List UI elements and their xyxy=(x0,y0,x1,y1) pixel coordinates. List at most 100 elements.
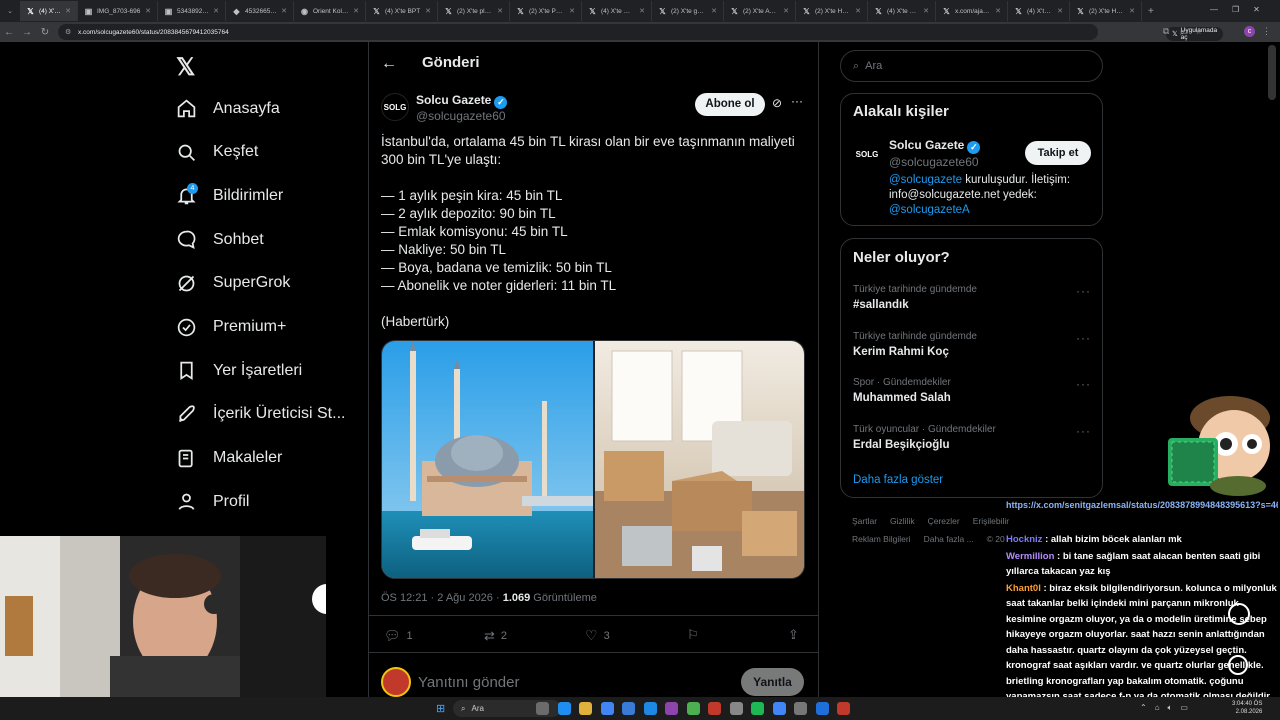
subscribe-button[interactable]: Abone ol xyxy=(695,93,765,116)
browser-tab[interactable]: 𝕏 x.com/ajansp ✕ xyxy=(936,1,1008,21)
browser-tab[interactable]: 𝕏 (4) X'te Dema ✕ xyxy=(868,1,936,21)
back-arrow-icon[interactable]: ← xyxy=(0,27,18,38)
close-tab-icon[interactable]: ✕ xyxy=(281,7,287,15)
browser-tab[interactable]: 𝕏 (4) X'te Solcu G ✕ xyxy=(20,1,78,21)
app-icon[interactable] xyxy=(837,702,850,715)
author-handle[interactable]: @solcugazete60 xyxy=(416,109,506,123)
reply-input[interactable]: Yanıtını gönder xyxy=(418,674,519,691)
tab-search-icon[interactable]: ⌄ xyxy=(0,1,20,21)
chevron-up-icon[interactable]: ⌃ xyxy=(1140,703,1147,713)
timestamp[interactable]: ÖS 12:21 · 2 Ağu 2026 · xyxy=(381,592,503,604)
menu-dots-icon[interactable]: ⋮ xyxy=(1262,26,1271,37)
mosque-photo[interactable] xyxy=(382,341,805,579)
app-icon[interactable] xyxy=(686,702,700,715)
forward-arrow-icon[interactable]: → xyxy=(18,27,36,38)
file-explorer-icon[interactable] xyxy=(579,702,592,715)
chat-username[interactable]: Hockniz xyxy=(1006,534,1042,545)
close-tab-icon[interactable]: ✕ xyxy=(497,7,503,15)
nav-item-bookmark[interactable]: Yer İşaretleri xyxy=(176,360,302,381)
bio-link[interactable]: @solcugazete xyxy=(889,174,962,186)
edge-icon[interactable] xyxy=(622,702,635,715)
more-dots-icon[interactable]: ··· xyxy=(1076,331,1091,345)
nav-item-home[interactable]: Anasayfa xyxy=(176,98,280,119)
speaker-icon[interactable]: 🔈︎ xyxy=(1168,703,1173,713)
close-tab-icon[interactable]: ✕ xyxy=(1129,7,1135,15)
close-tab-icon[interactable]: ✕ xyxy=(711,7,717,15)
show-more-link[interactable]: Daha fazla göster xyxy=(853,474,943,486)
trend-item[interactable]: Türk oyuncular · Gündemdekiler Erdal Beş… xyxy=(853,424,996,451)
close-tab-icon[interactable]: ✕ xyxy=(65,7,71,15)
grok-icon[interactable]: ⊘ xyxy=(772,96,782,110)
browser-icon[interactable] xyxy=(557,702,571,715)
footer-link[interactable]: Daha fazla ... xyxy=(924,534,974,544)
browser-tab[interactable]: 𝕏 (2) X'te görme ✕ xyxy=(652,1,724,21)
footer-link[interactable]: © 20 xyxy=(987,534,1005,544)
app-icon[interactable] xyxy=(794,702,807,715)
more-dots-icon[interactable]: ··· xyxy=(1076,377,1091,391)
close-tab-icon[interactable]: ✕ xyxy=(639,7,645,15)
nav-item-person[interactable]: Profil xyxy=(176,491,249,512)
related-person-name[interactable]: Solcu Gazete ✓ xyxy=(889,138,981,154)
battery-icon[interactable]: ▭ xyxy=(1180,703,1188,713)
reload-icon[interactable]: ↻ xyxy=(36,27,54,38)
search-input[interactable]: ⌕ Ara xyxy=(840,50,1103,82)
reply-button[interactable]: Yanıtla xyxy=(741,668,804,696)
task-view-icon[interactable] xyxy=(536,702,549,715)
minimize-icon[interactable]: — xyxy=(1210,5,1218,14)
chat-link[interactable]: https://x.com/senitgazlemsal/status/2083… xyxy=(1006,500,1278,510)
footer-link[interactable]: Şartlar xyxy=(852,516,877,526)
chat-username[interactable]: Wermillion xyxy=(1006,551,1054,562)
site-info-icon[interactable]: ⚙ xyxy=(65,28,71,36)
footer-link[interactable]: Çerezler xyxy=(928,516,960,526)
chrome-icon[interactable] xyxy=(600,702,614,715)
back-arrow-icon[interactable]: ← xyxy=(381,55,397,73)
bookmark-star-icon[interactable]: ☆ xyxy=(1195,27,1202,36)
close-window-icon[interactable]: ✕ xyxy=(1253,5,1260,14)
nav-item-article[interactable]: Makaleler xyxy=(176,448,282,469)
trend-item[interactable]: Türkiye tarihinde gündemde Kerim Rahmi K… xyxy=(853,331,977,358)
browser-tab[interactable]: 𝕏 (2) X'te Halkı ✕ xyxy=(1070,1,1142,21)
extensions-icon[interactable]: ⧉ xyxy=(1163,26,1169,37)
footer-link[interactable]: Reklam Bilgileri xyxy=(852,534,911,544)
close-tab-icon[interactable]: ✕ xyxy=(855,7,861,15)
browser-tab[interactable]: ▣ IMG_8703-696 ✕ xyxy=(78,1,158,21)
bookmark-icon[interactable]: ⚐ xyxy=(687,627,699,643)
nav-item-chat[interactable]: Sohbet xyxy=(176,229,264,250)
bio-link[interactable]: @solcugazeteA xyxy=(889,204,970,216)
browser-tab[interactable]: 𝕏 (4) X'te 🎺 H ✕ xyxy=(582,1,652,21)
scrollbar-thumb[interactable] xyxy=(1268,45,1276,100)
browser-tab[interactable]: 𝕏 (2) X'te Analiz ✕ xyxy=(724,1,796,21)
close-tab-icon[interactable]: ✕ xyxy=(1057,7,1063,15)
sidepanel-icon[interactable]: ▭ xyxy=(1180,26,1189,37)
footer-link[interactable]: Erişilebilir xyxy=(973,516,1009,526)
spotify-icon[interactable] xyxy=(751,702,764,715)
avatar[interactable]: SOLG xyxy=(381,93,409,121)
close-tab-icon[interactable]: ✕ xyxy=(213,7,219,15)
nav-item-rocket[interactable]: İçerik Üreticisi St... xyxy=(176,404,345,425)
follow-button[interactable]: Takip et xyxy=(1025,141,1091,165)
browser-tab[interactable]: 𝕏 (2) X'te Pusho ✕ xyxy=(510,1,582,21)
nav-item-search[interactable]: Keşfet xyxy=(176,142,258,163)
obs-icon[interactable] xyxy=(815,702,829,715)
footer-link[interactable]: Gizlilik xyxy=(890,516,915,526)
network-icon[interactable]: ⌂ xyxy=(1155,703,1160,713)
close-tab-icon[interactable]: ✕ xyxy=(923,7,929,15)
terminal-icon[interactable] xyxy=(729,702,743,715)
new-tab-icon[interactable]: + xyxy=(1148,6,1154,17)
more-dots-icon[interactable]: ··· xyxy=(1076,424,1091,438)
trend-item[interactable]: Türkiye tarihinde gündemde #sallandık xyxy=(853,284,977,311)
more-dots-icon[interactable]: ··· xyxy=(791,94,803,108)
more-dots-icon[interactable]: ··· xyxy=(1076,284,1091,298)
browser-tab[interactable]: ◆ 45326650-wor ✕ xyxy=(226,1,294,21)
nav-item-grok[interactable]: SuperGrok xyxy=(176,273,290,294)
close-tab-icon[interactable]: ✕ xyxy=(569,7,575,15)
repost-action[interactable]: ⇄ 2 xyxy=(484,628,507,644)
trend-item[interactable]: Spor · Gündemdekiler Muhammed Salah xyxy=(853,377,951,404)
browser-tab[interactable]: 𝕏 (4) X'te Eren ✕ xyxy=(1008,1,1070,21)
user-avatar[interactable] xyxy=(381,667,411,697)
related-person-handle[interactable]: @solcugazete60 xyxy=(889,155,979,169)
browser-tab[interactable]: 𝕏 (2) X'te platfo ✕ xyxy=(438,1,510,21)
x-logo-icon[interactable]: 𝕏 xyxy=(176,53,195,82)
clock[interactable]: 3:04:40 ÖS 2.08.2026 xyxy=(1232,700,1262,716)
close-tab-icon[interactable]: ✕ xyxy=(783,7,789,15)
